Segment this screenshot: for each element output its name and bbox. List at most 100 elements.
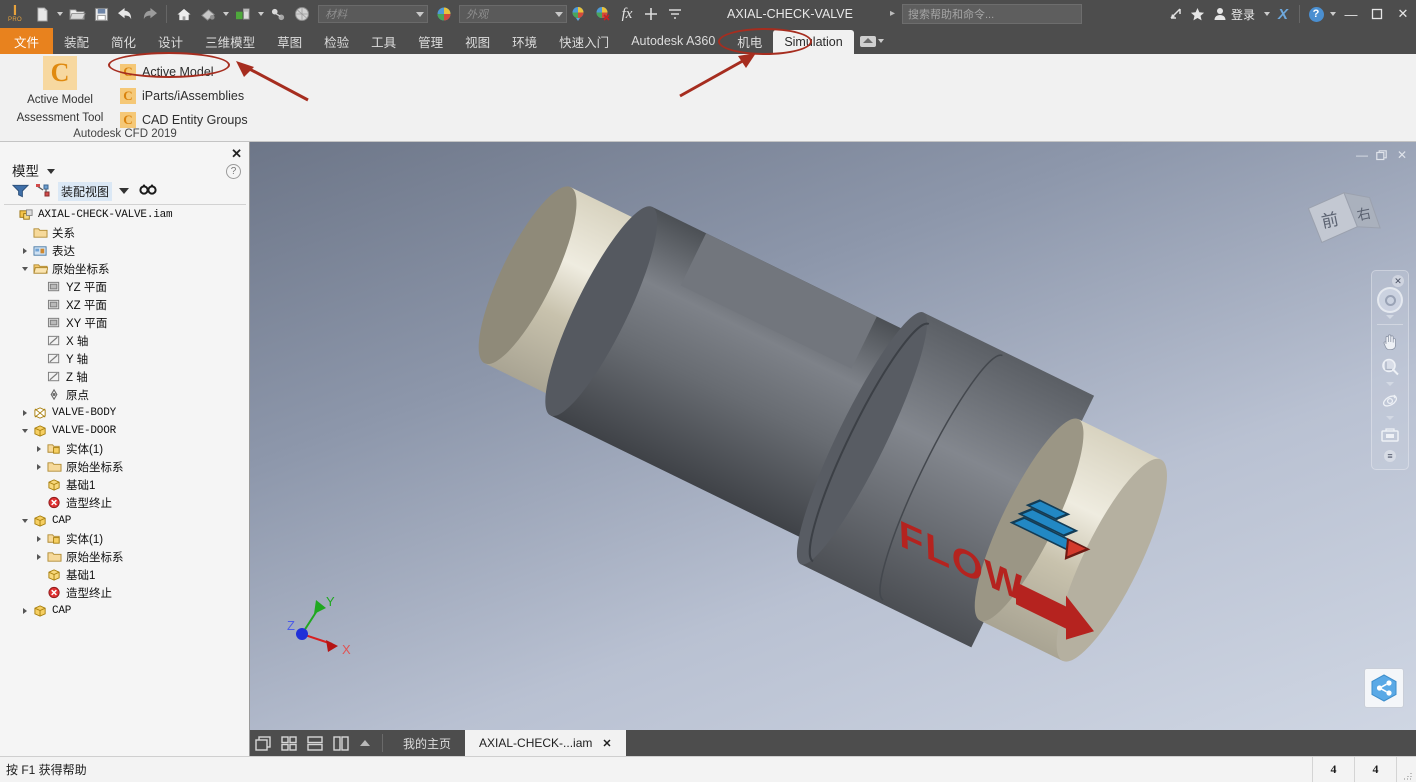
ribbon-collapse-icon[interactable] xyxy=(859,35,876,47)
tree-node[interactable]: 实体(1) xyxy=(0,530,250,548)
tree-node[interactable]: 造型终止 xyxy=(0,584,250,602)
ribbon-collapse-dropdown-icon[interactable] xyxy=(876,30,887,52)
valve-model-3d[interactable]: FLOW xyxy=(250,142,1416,730)
home-icon[interactable] xyxy=(172,3,196,25)
tab-simplify[interactable]: 简化 xyxy=(100,28,147,54)
collapse-arrow-icon[interactable] xyxy=(18,267,31,271)
tree-node[interactable]: 表达 xyxy=(0,242,250,260)
tree-node[interactable]: YZ 平面 xyxy=(0,278,250,296)
new-document-dropdown-icon[interactable] xyxy=(54,3,65,25)
redo-icon[interactable] xyxy=(137,3,161,25)
material-dropdown[interactable]: 材料 xyxy=(318,5,428,23)
cascade-windows-icon[interactable] xyxy=(250,730,276,756)
tree-node[interactable]: CAP xyxy=(0,602,250,620)
paint-dropdown-icon[interactable] xyxy=(220,3,231,25)
tab-autodesk-a360[interactable]: Autodesk A360 xyxy=(620,28,726,54)
cfd-share-badge[interactable] xyxy=(1364,668,1404,708)
help-icon[interactable]: ? xyxy=(1305,0,1327,28)
assembly-view-label[interactable]: 装配视图 xyxy=(58,181,113,201)
window-list-icon[interactable] xyxy=(354,730,376,756)
tree-node[interactable]: 原始坐标系 xyxy=(0,458,250,476)
collapse-arrow-icon[interactable] xyxy=(18,429,31,433)
close-button[interactable]: ✕ xyxy=(1390,0,1416,28)
tab-file[interactable]: 文件 xyxy=(0,28,54,54)
user-account-icon[interactable] xyxy=(1209,0,1231,28)
minimize-button[interactable]: — xyxy=(1338,0,1364,28)
browser-title-group[interactable]: 模型 xyxy=(12,160,56,181)
tree-node[interactable]: 基础1 xyxy=(0,566,250,584)
account-dropdown-icon[interactable] xyxy=(1261,3,1272,25)
expand-arrow-icon[interactable] xyxy=(18,248,31,254)
favorites-star-icon[interactable] xyxy=(1187,0,1209,28)
chevron-down-icon[interactable] xyxy=(47,169,56,175)
tab-design[interactable]: 设计 xyxy=(147,28,194,54)
tree-node[interactable]: 基础1 xyxy=(0,476,250,494)
adjust-appearance-icon[interactable] xyxy=(567,3,591,25)
tab-inspect[interactable]: 检验 xyxy=(313,28,360,54)
sign-in-label[interactable]: 登录 xyxy=(1231,6,1255,23)
expand-arrow-icon[interactable] xyxy=(32,464,45,470)
tab-manage[interactable]: 管理 xyxy=(407,28,454,54)
expand-arrow-icon[interactable] xyxy=(18,410,31,416)
update-icon[interactable] xyxy=(231,3,255,25)
title-overflow-icon[interactable]: ▸ xyxy=(890,8,895,19)
collapse-arrow-icon[interactable] xyxy=(18,519,31,523)
browser-close-icon[interactable]: ✕ xyxy=(231,146,242,162)
doc-tab-home[interactable]: 我的主页 xyxy=(389,730,465,756)
tree-node[interactable]: 造型终止 xyxy=(0,494,250,512)
tree-node[interactable]: Y 轴 xyxy=(0,350,250,368)
menu-item-iparts-iassemblies[interactable]: C iParts/iAssemblies xyxy=(112,84,248,108)
tab-assembly[interactable]: 装配 xyxy=(53,28,100,54)
tree-node[interactable]: 原始坐标系 xyxy=(0,260,250,278)
tree-node[interactable]: 关系 xyxy=(0,224,250,242)
graphics-viewport[interactable]: — ✕ 前 右 ✕ ≡ FLOW Y X Z xyxy=(250,142,1416,730)
expand-arrow-icon[interactable] xyxy=(32,536,45,542)
joint-icon[interactable] xyxy=(266,3,290,25)
tree-node[interactable]: AXIAL-CHECK-VALVE.iam xyxy=(0,206,250,224)
expand-arrow-icon[interactable] xyxy=(32,446,45,452)
tab-get-started[interactable]: 快速入门 xyxy=(548,28,620,54)
tree-node[interactable]: 原点 xyxy=(0,386,250,404)
update-dropdown-icon[interactable] xyxy=(255,3,266,25)
tree-node[interactable]: Z 轴 xyxy=(0,368,250,386)
open-document-icon[interactable] xyxy=(65,3,89,25)
tab-electromechanical[interactable]: 机电 xyxy=(726,28,773,54)
doc-tab-axial-check-valve[interactable]: AXIAL-CHECK-...iam ✕ xyxy=(465,730,626,756)
search-input[interactable]: 搜索帮助和命令... xyxy=(902,4,1082,24)
tree-node[interactable]: 实体(1) xyxy=(0,440,250,458)
parameters-fx-icon[interactable]: fx xyxy=(615,3,639,25)
tab-simulation[interactable]: Simulation xyxy=(773,30,854,54)
save-icon[interactable] xyxy=(89,3,113,25)
tile-windows-icon[interactable] xyxy=(276,730,302,756)
tile-vertical-icon[interactable] xyxy=(328,730,354,756)
tab-tools[interactable]: 工具 xyxy=(360,28,407,54)
expand-arrow-icon[interactable] xyxy=(32,554,45,560)
tree-node[interactable]: 原始坐标系 xyxy=(0,548,250,566)
tab-view[interactable]: 视图 xyxy=(454,28,501,54)
tree-node[interactable]: VALVE-BODY xyxy=(0,404,250,422)
browser-help-icon[interactable]: ? xyxy=(226,164,241,179)
clear-appearance-icon[interactable] xyxy=(591,3,615,25)
tab-environments[interactable]: 环境 xyxy=(501,28,548,54)
tree-node[interactable]: VALVE-DOOR xyxy=(0,422,250,440)
doc-tab-close-icon[interactable]: ✕ xyxy=(602,737,611,750)
undo-icon[interactable] xyxy=(113,3,137,25)
appearance-wheel-icon[interactable] xyxy=(432,3,456,25)
material-ball-icon[interactable] xyxy=(290,3,314,25)
customize-toolbar-icon[interactable] xyxy=(663,3,687,25)
tree-node[interactable]: X 轴 xyxy=(0,332,250,350)
new-document-icon[interactable] xyxy=(30,3,54,25)
appearance-dropdown[interactable]: 外观 xyxy=(459,5,567,23)
help-dropdown-icon[interactable] xyxy=(1327,3,1338,25)
assembly-view-icon[interactable] xyxy=(32,181,56,201)
menu-item-active-model[interactable]: C Active Model xyxy=(112,60,248,84)
paint-icon[interactable] xyxy=(196,3,220,25)
autodesk-apps-icon[interactable] xyxy=(1165,0,1187,28)
active-model-assessment-tool-button[interactable]: C Active Model Assessment Tool xyxy=(10,56,110,126)
chevron-down-icon[interactable] xyxy=(112,181,136,201)
find-icon[interactable] xyxy=(136,181,160,201)
ribbon-overflow[interactable] xyxy=(854,28,893,54)
filter-icon[interactable] xyxy=(8,181,32,201)
tile-horizontal-icon[interactable] xyxy=(302,730,328,756)
autodesk-exchange-icon[interactable]: X xyxy=(1272,0,1294,28)
